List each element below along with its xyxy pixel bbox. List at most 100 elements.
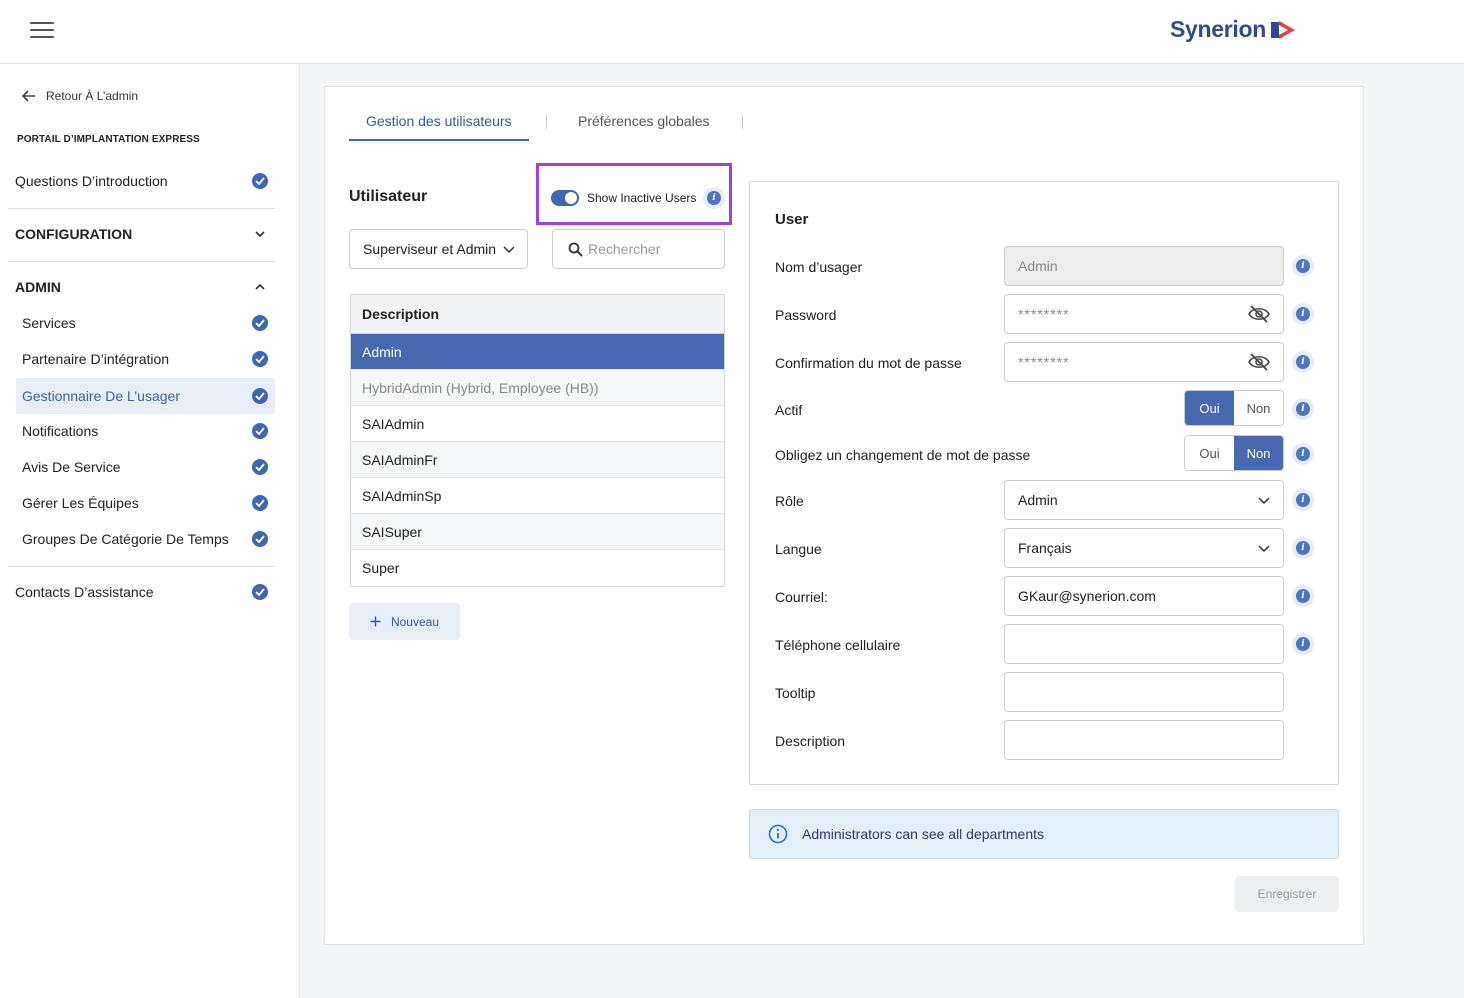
sidebar-item-label: Notifications [22, 423, 99, 439]
info-icon[interactable]: i [1296, 493, 1310, 507]
cell-phone-label: Téléphone cellulaire [775, 637, 901, 653]
sidebar-item-support-contacts[interactable]: Contacts D’assistance [15, 577, 275, 607]
active-tab-indicator [349, 139, 529, 141]
save-button[interactable]: Enregistrer [1235, 876, 1339, 912]
main-card: Gestion des utilisateurs Préférences glo… [324, 86, 1364, 945]
sidebar-item-service-notice[interactable]: Avis De Service [22, 452, 275, 482]
password-value: ******** [1018, 306, 1070, 322]
back-label: Retour À L’admin [46, 89, 139, 103]
cell-phone-field[interactable] [1004, 624, 1284, 664]
user-type-value: Superviseur et Admin [363, 241, 497, 257]
divider [8, 261, 275, 262]
show-inactive-label: Show Inactive Users [587, 191, 697, 205]
language-value: Français [1018, 540, 1072, 556]
user-list: Description Admin HybridAdmin (Hybrid, E… [350, 294, 725, 587]
menu-icon[interactable] [30, 22, 54, 42]
chevron-down-icon [503, 245, 515, 253]
active-toggle-group: Oui Non [1184, 390, 1284, 426]
tooltip-field[interactable] [1004, 672, 1284, 712]
info-circle-icon [768, 824, 788, 844]
section-label: ADMIN [15, 279, 61, 295]
description-field[interactable] [1004, 720, 1284, 760]
force-change-toggle-group: Oui Non [1184, 435, 1284, 471]
list-item[interactable]: Super [351, 550, 724, 586]
active-no-button[interactable]: Non [1234, 391, 1283, 425]
check-circle-icon [252, 351, 268, 367]
check-circle-icon [252, 531, 268, 547]
info-icon[interactable]: i [1296, 447, 1310, 461]
check-circle-icon [252, 459, 268, 475]
info-icon[interactable]: i [707, 191, 721, 205]
sidebar-item-label: Questions D’introduction [15, 173, 168, 189]
eye-off-icon[interactable] [1248, 353, 1270, 371]
list-item[interactable]: SAIAdmin [351, 406, 724, 442]
chevron-down-icon [1258, 544, 1270, 552]
active-yes-button[interactable]: Oui [1185, 391, 1234, 425]
tab-user-management[interactable]: Gestion des utilisateurs [366, 113, 512, 129]
check-circle-icon [252, 315, 268, 331]
email-value: GKaur@synerion.com [1018, 588, 1156, 604]
sidebar-item-manage-teams[interactable]: Gérer Les Équipes [22, 488, 275, 518]
info-icon[interactable]: i [1296, 259, 1310, 273]
top-bar: Synerion [0, 0, 1464, 64]
email-field[interactable]: GKaur@synerion.com [1004, 576, 1284, 616]
check-circle-icon [252, 423, 268, 439]
force-password-change-label: Obligez un changement de mot de passe [775, 447, 1031, 463]
check-circle-icon [252, 388, 268, 404]
username-value: Admin [1018, 258, 1058, 274]
info-icon[interactable]: i [1296, 402, 1310, 416]
new-user-button[interactable]: Nouveau [349, 603, 460, 640]
sidebar-item-intro[interactable]: Questions D’introduction [15, 166, 275, 196]
search-icon [568, 242, 583, 257]
force-change-yes-button[interactable]: Oui [1185, 436, 1234, 470]
sidebar-section-configuration[interactable]: CONFIGURATION [15, 219, 275, 249]
list-item[interactable]: HybridAdmin (Hybrid, Employee (HB)) [351, 370, 724, 406]
language-label: Langue [775, 541, 822, 557]
info-icon[interactable]: i [1296, 307, 1310, 321]
password-field[interactable]: ******** [1004, 294, 1284, 334]
list-item[interactable]: SAIAdminSp [351, 478, 724, 514]
tab-divider [742, 115, 743, 129]
info-icon[interactable]: i [1296, 355, 1310, 369]
sidebar-item-services[interactable]: Services [22, 308, 275, 338]
back-to-admin-link[interactable]: Retour À L’admin [22, 89, 138, 103]
sidebar-item-label: Gérer Les Équipes [22, 495, 139, 511]
chevron-down-icon [1258, 496, 1270, 504]
role-select[interactable]: Admin [1004, 480, 1284, 520]
section-label: CONFIGURATION [15, 226, 133, 242]
username-label: Nom d’usager [775, 259, 863, 275]
force-change-no-button[interactable]: Non [1234, 436, 1283, 470]
plus-icon [370, 616, 381, 627]
list-item[interactable]: SAIAdminFr [351, 442, 724, 478]
user-detail-panel: User Nom d’usager Admin i Password *****… [749, 181, 1339, 785]
list-item[interactable]: Admin [351, 334, 724, 370]
search-placeholder: Rechercher [588, 241, 661, 257]
eye-off-icon[interactable] [1248, 305, 1270, 323]
list-item[interactable]: SAISuper [351, 514, 724, 550]
sidebar-item-time-category-groups[interactable]: Groupes De Catégorie De Temps [22, 524, 275, 554]
toggle-knob [565, 192, 577, 204]
confirm-password-value: ******** [1018, 354, 1070, 370]
user-type-select[interactable]: Superviseur et Admin [349, 229, 528, 269]
sidebar-section-admin[interactable]: ADMIN [15, 272, 275, 302]
user-panel-title: User [775, 211, 809, 228]
sidebar-item-notifications[interactable]: Notifications [22, 416, 275, 446]
show-inactive-toggle[interactable] [551, 190, 579, 206]
portal-title: PORTAIL D’IMPLANTATION EXPRESS [17, 134, 200, 145]
description-label: Description [775, 733, 846, 749]
banner-text: Administrators can see all departments [802, 826, 1044, 842]
email-label: Courriel: [775, 589, 828, 605]
chevron-down-icon [255, 231, 265, 237]
tab-global-preferences[interactable]: Préférences globales [578, 113, 710, 129]
confirm-password-field[interactable]: ******** [1004, 342, 1284, 382]
language-select[interactable]: Français [1004, 528, 1284, 568]
search-input[interactable]: Rechercher [552, 229, 725, 269]
info-icon[interactable]: i [1296, 589, 1310, 603]
chevron-up-icon [255, 284, 265, 290]
info-icon[interactable]: i [1296, 541, 1310, 555]
info-icon[interactable]: i [1296, 637, 1310, 651]
sidebar-item-label: Partenaire D’intégration [22, 351, 170, 367]
sidebar-item-user-manager[interactable]: Gestionnaire De L’usager [16, 378, 275, 414]
sidebar-item-label: Gestionnaire De L’usager [22, 388, 180, 404]
sidebar-item-integration-partner[interactable]: Partenaire D’intégration [22, 344, 275, 374]
